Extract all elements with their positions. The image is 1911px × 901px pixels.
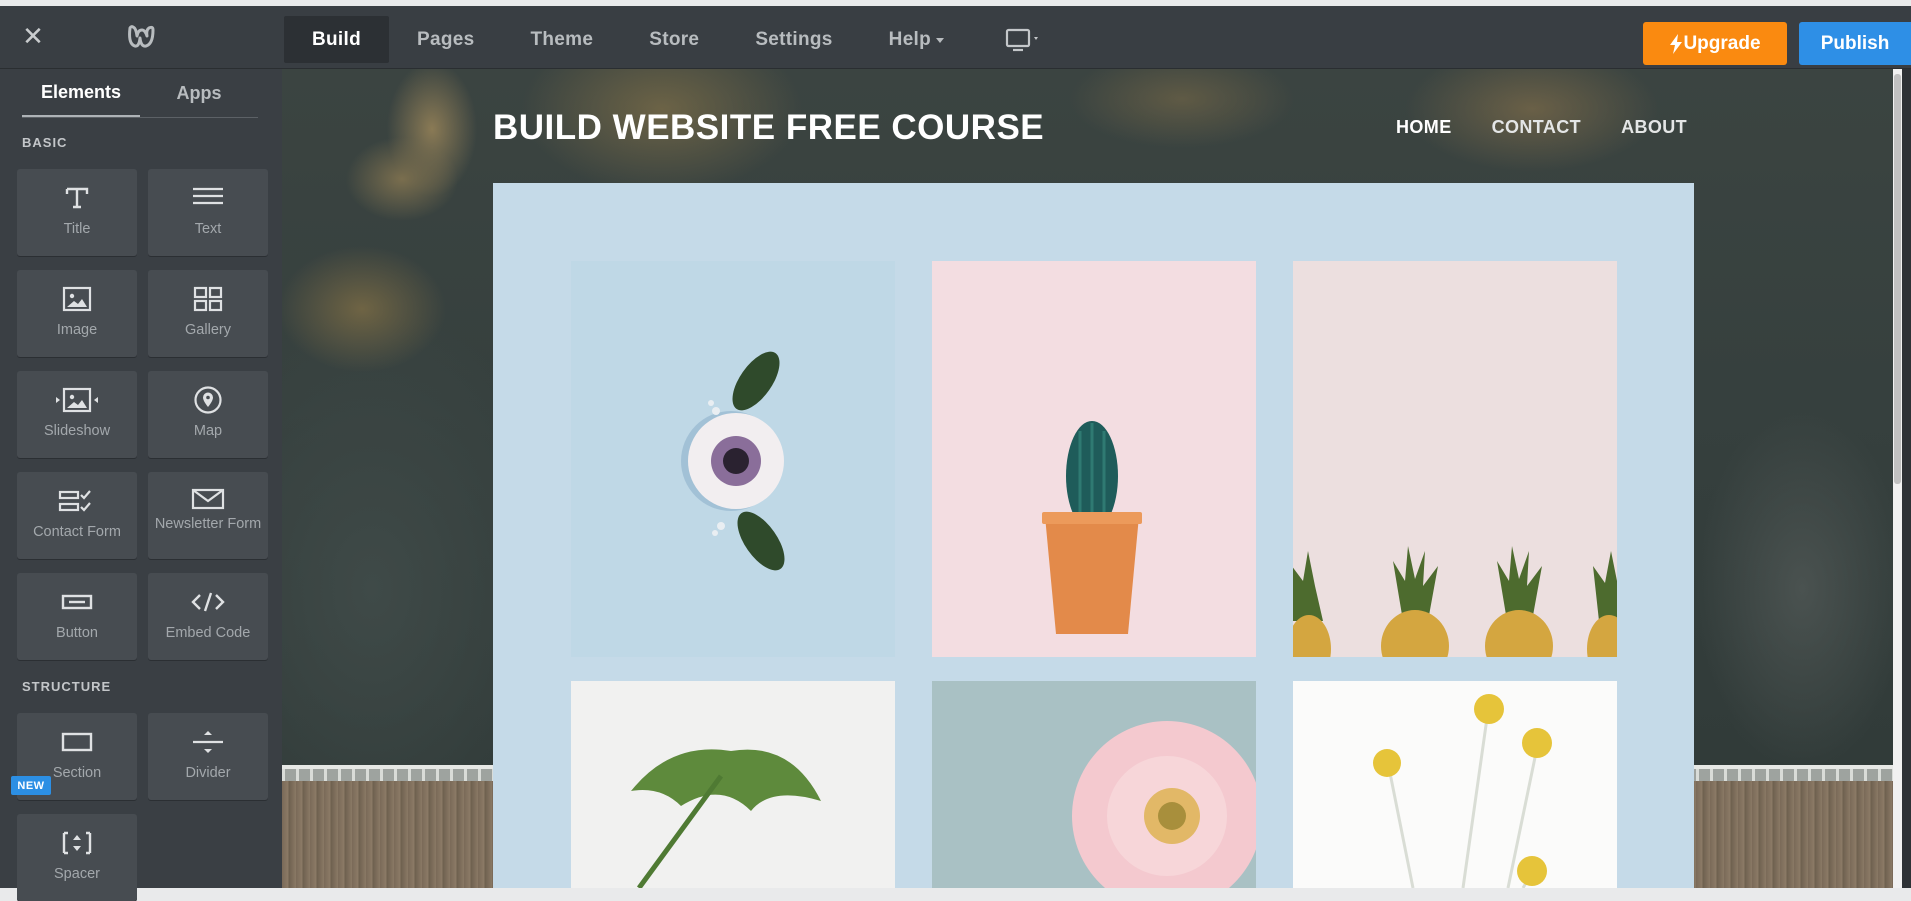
upgrade-label: Upgrade — [1683, 32, 1761, 54]
gallery-image-flower[interactable] — [571, 261, 895, 657]
gallery-image-monstera[interactable] — [571, 681, 895, 888]
envelope-icon — [191, 488, 225, 510]
contact-form-icon — [58, 490, 91, 512]
element-image[interactable]: Image — [17, 270, 137, 357]
monstera-leaf-image — [631, 749, 821, 888]
site-nav-home[interactable]: HOME — [1396, 117, 1452, 138]
main-nav: Build Pages Theme Store Settings Help — [284, 16, 972, 63]
lightning-icon — [1670, 33, 1683, 54]
element-gallery-label: Gallery — [185, 322, 231, 338]
scrollbar-thumb[interactable] — [1894, 74, 1901, 484]
chevron-down-icon — [936, 38, 945, 43]
tab-help[interactable]: Help — [861, 16, 972, 63]
divider-icon — [193, 731, 223, 753]
element-text[interactable]: Text — [148, 169, 268, 256]
tab-settings[interactable]: Settings — [727, 16, 860, 63]
gallery-image-yellow-flowers[interactable] — [1293, 681, 1617, 888]
sidebar-tabs: Elements Apps — [22, 69, 258, 118]
element-newsletter-form-label: Newsletter Form — [154, 516, 262, 532]
tab-pages[interactable]: Pages — [389, 16, 502, 63]
element-gallery[interactable]: Gallery — [148, 270, 268, 357]
title-icon — [65, 187, 89, 209]
element-button-label: Button — [56, 625, 98, 641]
element-spacer-label: Spacer — [54, 866, 100, 882]
tab-settings-label: Settings — [755, 28, 833, 50]
element-newsletter-form[interactable]: Newsletter Form — [148, 472, 268, 559]
flower-image — [681, 351, 785, 571]
elements-sidebar: Elements Apps BASIC Title Text Image Gal… — [0, 69, 282, 901]
tab-theme[interactable]: Theme — [502, 16, 621, 63]
gallery-icon — [193, 286, 223, 312]
pink-flower-image — [1072, 721, 1256, 888]
image-icon — [62, 286, 92, 312]
tab-apps[interactable]: Apps — [140, 69, 258, 117]
gallery-content-section[interactable] — [493, 183, 1694, 888]
spacer-icon — [62, 831, 92, 855]
site-nav-about[interactable]: ABOUT — [1621, 117, 1687, 138]
button-icon — [61, 594, 93, 610]
tab-build[interactable]: Build — [284, 16, 389, 63]
close-icon[interactable]: ✕ — [20, 24, 46, 50]
tab-theme-label: Theme — [530, 28, 594, 50]
element-slideshow[interactable]: Slideshow — [17, 371, 137, 458]
site-preview-canvas[interactable]: BUILD WEBSITE FREE COURSE HOME CONTACT A… — [282, 69, 1902, 888]
tab-build-label: Build — [312, 28, 361, 50]
element-image-label: Image — [56, 322, 98, 338]
structure-section-label: STRUCTURE — [22, 679, 112, 694]
yellow-flowers-image — [1373, 694, 1552, 888]
site-nav: HOME CONTACT ABOUT — [1396, 117, 1687, 138]
new-badge: NEW — [11, 776, 51, 795]
element-slideshow-label: Slideshow — [43, 423, 111, 439]
publish-button[interactable]: Publish — [1799, 22, 1911, 65]
desktop-preview-icon[interactable] — [1005, 28, 1045, 56]
weebly-logo-icon — [128, 25, 155, 48]
element-divider-label: Divider — [185, 765, 231, 781]
element-title[interactable]: Title — [17, 169, 137, 256]
pineapples-image — [1293, 546, 1617, 657]
tab-apps-label: Apps — [176, 82, 222, 103]
upgrade-button[interactable]: Upgrade — [1643, 22, 1787, 65]
gallery-image-cactus[interactable] — [932, 261, 1256, 657]
tab-elements-label: Elements — [40, 81, 122, 102]
publish-label: Publish — [1820, 32, 1890, 54]
element-button[interactable]: Button — [17, 573, 137, 660]
tab-store[interactable]: Store — [621, 16, 727, 63]
element-title-label: Title — [63, 221, 91, 237]
element-divider[interactable]: Divider — [148, 713, 268, 800]
element-map-label: Map — [193, 423, 223, 439]
element-embed-code-label: Embed Code — [165, 625, 251, 641]
editor-toolbar: ✕ Build Pages Theme Store Settings Help … — [0, 6, 1911, 69]
element-text-label: Text — [194, 221, 222, 237]
text-icon — [193, 187, 223, 205]
site-nav-contact[interactable]: CONTACT — [1492, 117, 1581, 138]
element-contact-form[interactable]: Contact Form — [17, 472, 137, 559]
cactus-image — [1042, 421, 1142, 634]
tab-help-label: Help — [888, 28, 932, 50]
tab-pages-label: Pages — [417, 28, 475, 50]
gallery-image-pineapples[interactable] — [1293, 261, 1617, 657]
slideshow-icon — [56, 387, 98, 413]
gallery-image-pink-flower[interactable] — [932, 681, 1256, 888]
site-title[interactable]: BUILD WEBSITE FREE COURSE — [493, 108, 1044, 148]
code-icon — [191, 592, 225, 612]
basic-section-label: BASIC — [22, 135, 68, 150]
element-embed-code[interactable]: Embed Code — [148, 573, 268, 660]
element-contact-form-label: Contact Form — [33, 524, 121, 540]
canvas-scrollbar[interactable] — [1893, 69, 1902, 888]
tab-store-label: Store — [649, 28, 700, 50]
tab-elements[interactable]: Elements — [22, 69, 140, 117]
section-icon — [61, 732, 93, 752]
map-pin-icon — [194, 386, 222, 414]
element-map[interactable]: Map — [148, 371, 268, 458]
